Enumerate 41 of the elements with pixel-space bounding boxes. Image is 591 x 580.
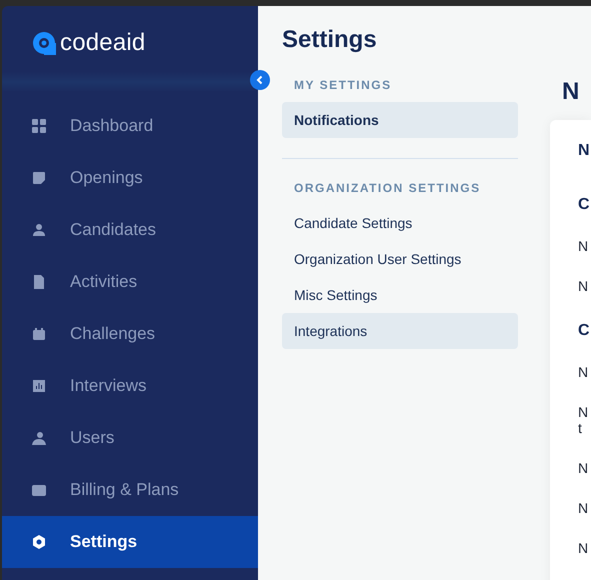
grid-icon: [32, 119, 46, 133]
logo-text: codeaid: [60, 29, 146, 57]
chart-icon: [32, 379, 46, 393]
nav-item[interactable]: Candidates: [2, 204, 258, 256]
section-heading: C: [578, 196, 591, 215]
setting-label: N: [578, 238, 590, 254]
nav-item[interactable]: Billing & Plans: [2, 464, 258, 516]
card-title: N: [578, 142, 591, 161]
settings-menu-item[interactable]: Notifications: [282, 102, 518, 138]
person-icon: [32, 223, 46, 237]
nav-item[interactable]: Challenges: [2, 308, 258, 360]
setting-label: N: [578, 404, 590, 420]
chevron-left-icon: [255, 75, 265, 85]
setting-label: t: [578, 420, 583, 436]
nav-item[interactable]: Settings: [2, 516, 258, 568]
setting-label: N: [578, 460, 590, 476]
setting-label: N: [578, 364, 590, 380]
panel-title: N: [562, 78, 580, 106]
nav-item[interactable]: Openings: [2, 152, 258, 204]
settings-menu-item[interactable]: Misc Settings: [282, 277, 518, 313]
section-heading: MY SETTINGS: [293, 78, 393, 94]
setting-label: N: [578, 278, 590, 294]
nav-item[interactable]: Users: [2, 412, 258, 464]
nav-item[interactable]: Activities: [2, 256, 258, 308]
card-icon: [32, 483, 46, 497]
nav-item[interactable]: Interviews: [2, 360, 258, 412]
settings-menu-item[interactable]: Integrations: [282, 313, 518, 349]
logo-icon: [32, 31, 56, 55]
calendar-icon: [32, 327, 46, 341]
setting-label: N: [578, 540, 590, 556]
note-icon: [32, 171, 46, 185]
document-icon: [32, 275, 46, 289]
settings-menu-item[interactable]: Organization User Settings: [282, 241, 518, 277]
setting-label: N: [578, 500, 590, 516]
hexagon-icon: [32, 535, 46, 549]
section-heading: C: [578, 322, 591, 341]
section-heading: ORGANIZATION SETTINGS: [293, 181, 482, 197]
user-icon: [32, 431, 46, 445]
settings-menu-item[interactable]: Candidate Settings: [282, 205, 518, 241]
nav-item[interactable]: Dashboard: [2, 100, 258, 152]
page-title: Settings: [282, 26, 378, 54]
